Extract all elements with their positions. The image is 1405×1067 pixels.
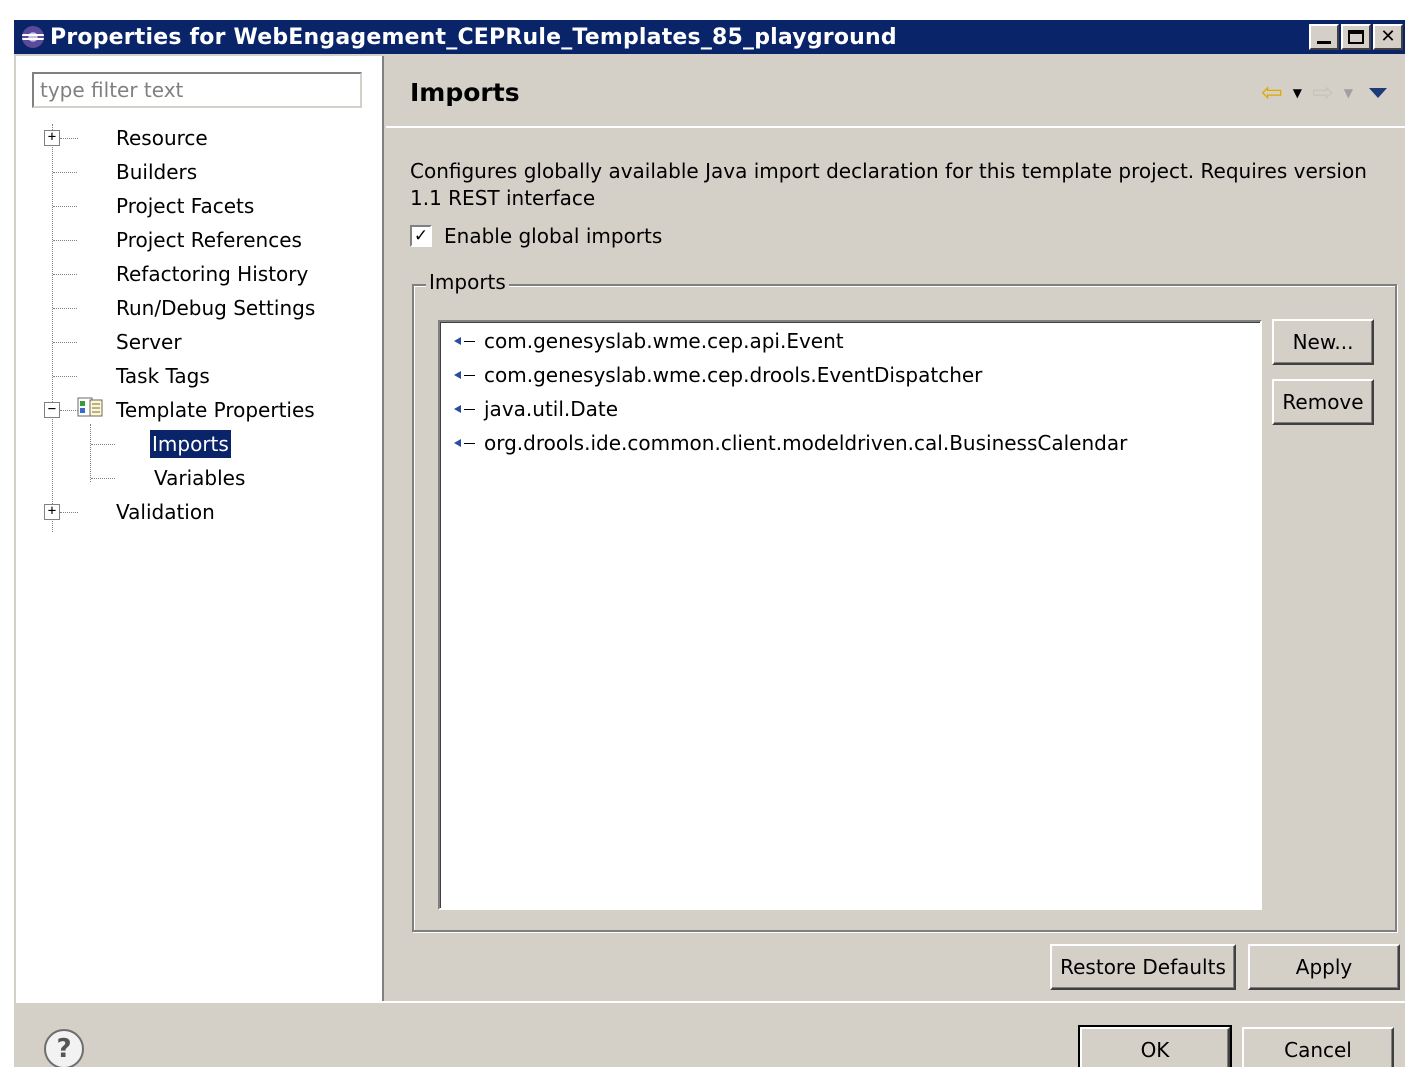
tree-line xyxy=(53,172,77,173)
tree-line xyxy=(53,342,77,343)
tree-line xyxy=(60,512,78,513)
tree-item-validation[interactable]: Validation xyxy=(114,496,217,528)
help-icon[interactable]: ? xyxy=(44,1029,84,1067)
remove-import-button[interactable]: Remove xyxy=(1272,379,1374,425)
list-item[interactable]: org.drools.ide.common.client.modeldriven… xyxy=(452,428,1127,458)
forward-arrow-icon[interactable]: ⇨ xyxy=(1312,80,1334,106)
import-declaration-icon xyxy=(452,368,478,382)
tree-item-builders[interactable]: Builders xyxy=(114,156,199,188)
tree-item-label: Project References xyxy=(116,228,302,252)
filter-input[interactable] xyxy=(32,72,362,108)
maximize-icon xyxy=(1348,30,1364,44)
enable-global-imports-option[interactable]: ✓ Enable global imports xyxy=(410,224,662,248)
list-item[interactable]: java.util.Date xyxy=(452,394,618,424)
tree-line xyxy=(90,424,91,482)
tree-line xyxy=(60,138,78,139)
minimize-button[interactable] xyxy=(1309,24,1339,50)
tree-item-project-references[interactable]: Project References xyxy=(114,224,304,256)
new-import-button[interactable]: New... xyxy=(1272,319,1374,365)
eclipse-icon xyxy=(22,26,44,48)
page-description: Configures globally available Java impor… xyxy=(410,159,1367,210)
tree-line xyxy=(91,444,115,445)
imports-page: Imports ⇦ ▼ ⇨ ▼ Configures globally avai… xyxy=(386,56,1405,1001)
dialog-footer: ? OK Cancel xyxy=(16,1001,1405,1067)
window-title: Properties for WebEngagement_CEPRule_Tem… xyxy=(50,24,897,50)
tree-item-label: Variables xyxy=(154,466,246,490)
restore-defaults-button[interactable]: Restore Defaults xyxy=(1050,944,1236,990)
page-title: Imports xyxy=(410,78,520,107)
page-header: Imports ⇦ ▼ ⇨ ▼ xyxy=(386,56,1405,128)
expand-resource-icon[interactable]: + xyxy=(44,130,60,146)
template-properties-icon xyxy=(77,397,103,417)
imports-list[interactable]: com.genesyslab.wme.cep.api.Event com.gen… xyxy=(438,320,1262,910)
tree-item-label: Task Tags xyxy=(116,364,210,388)
collapse-template-properties-icon[interactable]: − xyxy=(44,402,60,418)
cancel-button[interactable]: Cancel xyxy=(1242,1027,1394,1067)
imports-group-title: Imports xyxy=(426,270,509,294)
tree-line xyxy=(52,124,53,532)
page-navigation: ⇦ ▼ ⇨ ▼ xyxy=(1261,80,1387,106)
tree-item-label: Project Facets xyxy=(116,194,255,218)
tree-item-task-tags[interactable]: Task Tags xyxy=(114,360,212,392)
tree-line xyxy=(91,478,115,479)
import-name: org.drools.ide.common.client.modeldriven… xyxy=(484,431,1128,455)
forward-history-dropdown-icon[interactable]: ▼ xyxy=(1344,86,1353,100)
list-item[interactable]: com.genesyslab.wme.cep.api.Event xyxy=(452,326,844,356)
tree-item-label: Resource xyxy=(116,126,208,150)
tree-item-label: Builders xyxy=(116,160,198,184)
imports-group: Imports com.genesyslab.wme.cep.api.Event… xyxy=(412,270,1397,932)
properties-dialog: Properties for WebEngagement_CEPRule_Tem… xyxy=(12,18,1405,1067)
close-icon: ✕ xyxy=(1380,26,1396,47)
minimize-icon xyxy=(1317,40,1331,44)
enable-global-imports-label: Enable global imports xyxy=(444,224,663,248)
import-declaration-icon xyxy=(452,402,478,416)
tree-item-label: Validation xyxy=(116,500,215,524)
import-name: com.genesyslab.wme.cep.api.Event xyxy=(484,329,844,353)
tree-item-variables[interactable]: Variables xyxy=(152,462,247,494)
tree-item-server[interactable]: Server xyxy=(114,326,184,358)
tree-line xyxy=(53,206,77,207)
import-name: java.util.Date xyxy=(484,397,619,421)
title-bar[interactable]: Properties for WebEngagement_CEPRule_Tem… xyxy=(14,20,1405,54)
tree-item-project-facets[interactable]: Project Facets xyxy=(114,190,256,222)
tree-item-imports[interactable]: Imports xyxy=(150,428,231,460)
tree-item-label: Imports xyxy=(150,430,231,458)
tree-item-run-debug-settings[interactable]: Run/Debug Settings xyxy=(114,292,317,324)
import-declaration-icon xyxy=(452,436,478,450)
property-tree-pane: + Resource Builders Project Facets Proje… xyxy=(16,56,384,1001)
expand-validation-icon[interactable]: + xyxy=(44,504,60,520)
enable-global-imports-checkbox[interactable]: ✓ xyxy=(410,225,432,247)
back-history-dropdown-icon[interactable]: ▼ xyxy=(1293,86,1302,100)
tree-line xyxy=(53,308,77,309)
window-controls: ✕ xyxy=(1309,24,1403,50)
tree-item-template-properties[interactable]: Template Properties xyxy=(114,394,317,426)
tree-item-resource[interactable]: Resource xyxy=(114,122,210,154)
list-item[interactable]: com.genesyslab.wme.cep.drools.EventDispa… xyxy=(452,360,982,390)
back-arrow-icon[interactable]: ⇦ xyxy=(1261,80,1283,106)
import-name: com.genesyslab.wme.cep.drools.EventDispa… xyxy=(484,363,983,387)
tree-line xyxy=(53,376,77,377)
tree-item-label: Run/Debug Settings xyxy=(116,296,316,320)
import-declaration-icon xyxy=(452,334,478,348)
tree-item-label: Server xyxy=(116,330,182,354)
tree-item-refactoring-history[interactable]: Refactoring History xyxy=(114,258,310,290)
view-menu-icon[interactable] xyxy=(1369,88,1387,98)
close-button[interactable]: ✕ xyxy=(1373,24,1403,50)
apply-button[interactable]: Apply xyxy=(1248,944,1400,990)
tree-item-label: Template Properties xyxy=(116,398,315,422)
checkmark-icon: ✓ xyxy=(413,225,429,246)
ok-button[interactable]: OK xyxy=(1078,1025,1232,1067)
tree-line xyxy=(53,240,77,241)
maximize-button[interactable] xyxy=(1341,24,1371,50)
tree-item-label: Refactoring History xyxy=(116,262,309,286)
tree-line xyxy=(53,274,77,275)
